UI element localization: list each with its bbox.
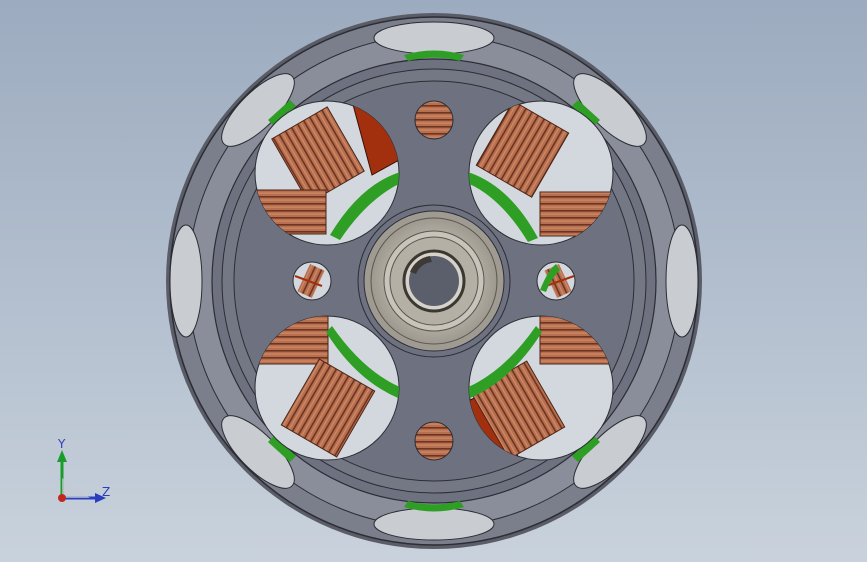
x-axis-dot-icon: [58, 494, 66, 502]
y-axis-label: Y: [57, 438, 66, 451]
triad-plane: [62, 478, 90, 498]
central-bearing: [357, 204, 511, 358]
small-hole-right: [536, 261, 576, 301]
small-hole-bottom: [414, 421, 454, 461]
cad-viewport[interactable]: Y Z: [0, 0, 867, 562]
axis-triad: Y Z: [57, 438, 110, 503]
z-axis-label: Z: [102, 485, 110, 499]
motor-model[interactable]: [0, 0, 867, 562]
small-hole-top: [414, 100, 454, 140]
small-hole-left: [292, 261, 332, 301]
y-axis-arrow-icon: [57, 450, 67, 462]
